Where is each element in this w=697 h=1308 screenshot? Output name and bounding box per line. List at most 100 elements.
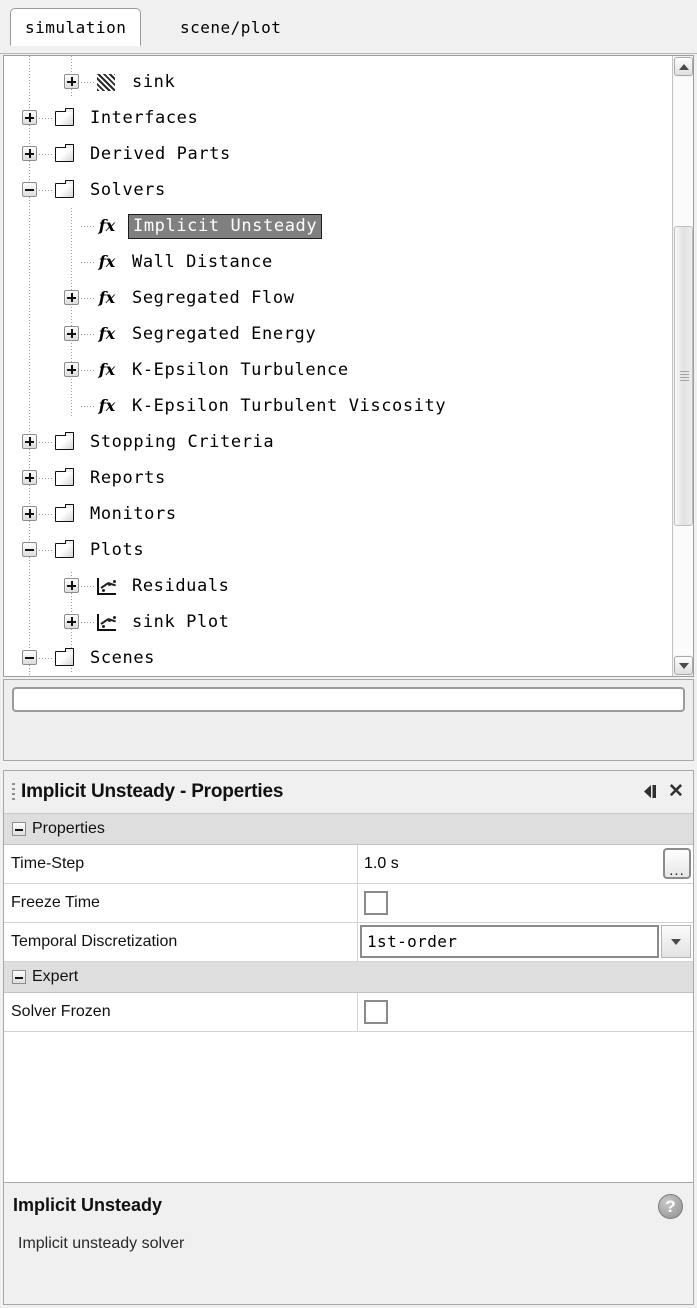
tree-node-solvers[interactable]: Solvers bbox=[4, 172, 672, 208]
simulation-tree-panel: sink Interfaces Derived Parts Solvers fx Impl… bbox=[3, 55, 694, 677]
tree-node-sink-plot[interactable]: sink Plot bbox=[4, 604, 672, 640]
property-value-cell[interactable]: 1.0 s... bbox=[358, 845, 693, 883]
tree-node-implicit-unsteady[interactable]: fx Implicit Unsteady bbox=[4, 208, 672, 244]
expand-node-button[interactable] bbox=[64, 578, 79, 593]
property-combo-dropdown-button[interactable] bbox=[661, 925, 691, 958]
hatch-glyph bbox=[97, 74, 115, 91]
tab-bar: simulation scene/plot bbox=[0, 0, 697, 54]
collapse-panel-icon bbox=[643, 784, 656, 798]
property-group-label: Properties bbox=[32, 820, 105, 837]
tree-node-k-epsilon-turbulence[interactable]: fx K-Epsilon Turbulence bbox=[4, 352, 672, 388]
tree-node-k-epsilon-turbulent-viscosity[interactable]: fx K-Epsilon Turbulent Viscosity bbox=[4, 388, 672, 424]
drag-handle-icon[interactable] bbox=[12, 783, 15, 801]
expand-node-button[interactable] bbox=[22, 146, 37, 161]
tab-scene-plot-label: scene/plot bbox=[180, 17, 282, 37]
tree-node-segregated-energy[interactable]: fx Segregated Energy bbox=[4, 316, 672, 352]
property-editor-button[interactable]: ... bbox=[663, 848, 691, 879]
tree-node-label: Segregated Energy bbox=[132, 324, 317, 344]
close-button[interactable]: ✕ bbox=[665, 780, 687, 802]
tree-connector bbox=[81, 334, 95, 335]
tree-node-wall-distance[interactable]: fx Wall Distance bbox=[4, 244, 672, 280]
expand-node-button[interactable] bbox=[64, 362, 79, 377]
property-combo-input[interactable]: 1st-order bbox=[360, 925, 659, 958]
expand-node-button[interactable] bbox=[64, 290, 79, 305]
tree-node-label: Plots bbox=[90, 540, 145, 560]
fx-icon: fx bbox=[96, 360, 118, 380]
property-value-cell[interactable] bbox=[358, 884, 693, 922]
collapse-node-button[interactable] bbox=[22, 650, 37, 665]
tab-simulation[interactable]: simulation bbox=[10, 8, 142, 46]
tree-node-segregated-flow[interactable]: fx Segregated Flow bbox=[4, 280, 672, 316]
property-group-header-properties[interactable]: Properties bbox=[4, 814, 693, 845]
property-group-header-expert[interactable]: Expert bbox=[4, 962, 693, 993]
scrollbar-thumb[interactable] bbox=[674, 226, 693, 526]
collapse-node-button[interactable] bbox=[22, 182, 37, 197]
tree-node-label: Scenes bbox=[90, 648, 156, 668]
expand-node-button[interactable] bbox=[22, 470, 37, 485]
expand-node-button[interactable] bbox=[64, 326, 79, 341]
tree-node-label: Interfaces bbox=[90, 108, 199, 128]
expand-node-button[interactable] bbox=[64, 614, 79, 629]
tree-connector bbox=[81, 586, 95, 587]
tree-node-monitors[interactable]: Monitors bbox=[4, 496, 672, 532]
plus-icon bbox=[70, 365, 73, 374]
property-name: Time-Step bbox=[4, 845, 358, 883]
minus-icon bbox=[25, 188, 34, 191]
plot-glyph bbox=[97, 578, 116, 595]
tree-connector bbox=[81, 262, 95, 263]
property-row[interactable]: Solver Frozen bbox=[4, 993, 693, 1032]
collapse-group-icon[interactable] bbox=[12, 822, 26, 836]
collapse-panel-button[interactable] bbox=[639, 780, 661, 802]
tree-connector bbox=[39, 514, 53, 515]
folder-glyph bbox=[55, 468, 74, 486]
property-row[interactable]: Time-Step 1.0 s... bbox=[4, 845, 693, 884]
tab-scene-plot[interactable]: scene/plot bbox=[166, 8, 295, 46]
scroll-up-button[interactable] bbox=[674, 57, 693, 76]
plus-icon bbox=[28, 509, 31, 518]
tree-filter-input[interactable] bbox=[12, 687, 685, 712]
expand-node-button[interactable] bbox=[22, 110, 37, 125]
plot-icon bbox=[96, 612, 118, 632]
tree-node-scenes[interactable]: Scenes bbox=[4, 640, 672, 676]
tree-node-stopping-criteria[interactable]: Stopping Criteria bbox=[4, 424, 672, 460]
tab-bar-divider bbox=[0, 53, 697, 54]
tree-connector bbox=[39, 154, 53, 155]
tree-scrollbar[interactable] bbox=[672, 56, 693, 676]
tree-node-derived-parts[interactable]: Derived Parts bbox=[4, 136, 672, 172]
property-value-cell[interactable] bbox=[358, 993, 693, 1031]
tree-connector bbox=[39, 478, 53, 479]
expand-node-button[interactable] bbox=[22, 506, 37, 521]
properties-grid: Properties Time-Step 1.0 s... Freeze Time Te… bbox=[4, 814, 693, 1182]
folder-icon bbox=[54, 432, 76, 452]
expand-node-button[interactable] bbox=[64, 74, 79, 89]
property-checkbox[interactable] bbox=[364, 1000, 388, 1024]
tree-node-interfaces[interactable]: Interfaces bbox=[4, 100, 672, 136]
property-name: Freeze Time bbox=[4, 884, 358, 922]
property-name: Temporal Discretization bbox=[4, 923, 358, 961]
fx-glyph: fx bbox=[98, 324, 116, 343]
tree-node-residuals[interactable]: Residuals bbox=[4, 568, 672, 604]
property-value-cell[interactable]: 1st-order bbox=[358, 923, 693, 961]
fx-glyph: fx bbox=[98, 216, 116, 235]
help-icon[interactable]: ? bbox=[658, 1194, 683, 1219]
expand-node-button[interactable] bbox=[22, 434, 37, 449]
property-checkbox[interactable] bbox=[364, 891, 388, 915]
chevron-down-icon bbox=[678, 662, 689, 669]
tree-node-plots[interactable]: Plots bbox=[4, 532, 672, 568]
property-row[interactable]: Freeze Time bbox=[4, 884, 693, 923]
scroll-down-button[interactable] bbox=[674, 656, 693, 675]
chevron-down-icon bbox=[671, 938, 681, 945]
folder-glyph bbox=[55, 432, 74, 450]
property-name: Solver Frozen bbox=[4, 993, 358, 1031]
fx-icon: fx bbox=[96, 288, 118, 308]
tree-viewport[interactable]: sink Interfaces Derived Parts Solvers fx Impl… bbox=[4, 56, 672, 676]
property-row[interactable]: Temporal Discretization 1st-order bbox=[4, 923, 693, 962]
tree-node-reports[interactable]: Reports bbox=[4, 460, 672, 496]
tree-node-sink[interactable]: sink bbox=[4, 64, 672, 100]
folder-icon bbox=[54, 144, 76, 164]
collapse-group-icon[interactable] bbox=[12, 970, 26, 984]
plus-icon bbox=[28, 149, 31, 158]
plus-icon bbox=[28, 113, 31, 122]
folder-glyph bbox=[55, 180, 74, 198]
collapse-node-button[interactable] bbox=[22, 542, 37, 557]
